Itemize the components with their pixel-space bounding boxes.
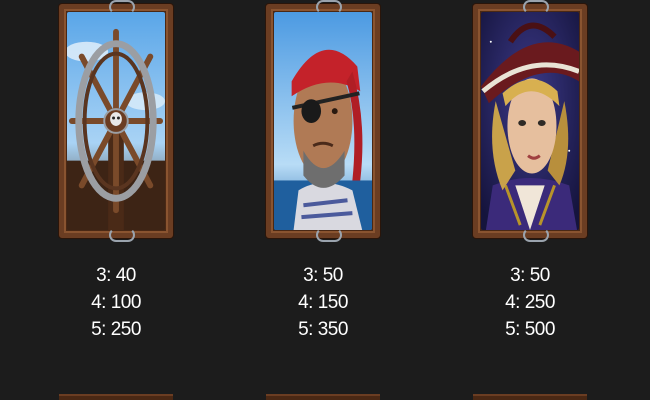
payout-list-female-pirate: 3: 50 4: 250 5: 500 — [473, 262, 587, 343]
payout-5-of-a-kind: 5: 500 — [505, 319, 555, 340]
payout-3-of-a-kind: 3: 50 — [303, 265, 343, 286]
ship-wheel-icon — [67, 12, 165, 230]
payout-5-of-a-kind: 5: 350 — [298, 319, 348, 340]
payout-4-of-a-kind: 4: 250 — [505, 292, 555, 313]
payout-4-of-a-kind: 4: 100 — [91, 292, 141, 313]
symbol-frame — [473, 0, 587, 242]
next-symbol-frame-edge — [266, 394, 380, 400]
paytable-screen: 3: 40 4: 100 5: 250 3: 50 4: 150 5: 350 … — [0, 0, 650, 400]
payout-list-ship-wheel: 3: 40 4: 100 5: 250 — [59, 262, 173, 343]
symbol-frame — [266, 0, 380, 242]
frame-ornament-bottom — [316, 228, 342, 242]
symbol-card-ship-wheel — [59, 0, 173, 242]
symbol-frame — [59, 0, 173, 242]
payout-3-of-a-kind: 3: 50 — [510, 265, 550, 286]
payout-4-of-a-kind: 4: 150 — [298, 292, 348, 313]
next-symbol-frame-edge — [473, 394, 587, 400]
symbol-card-female-pirate — [473, 0, 587, 242]
pirate-eyepatch-icon — [274, 12, 372, 230]
payout-list-pirate-eyepatch: 3: 50 4: 150 5: 350 — [266, 262, 380, 343]
next-symbol-frame-edge — [59, 394, 173, 400]
symbol-card-pirate-eyepatch — [266, 0, 380, 242]
payout-5-of-a-kind: 5: 250 — [91, 319, 141, 340]
payout-3-of-a-kind: 3: 40 — [96, 265, 136, 286]
frame-ornament-bottom — [523, 228, 549, 242]
female-pirate-icon — [481, 12, 579, 230]
frame-ornament-bottom — [109, 228, 135, 242]
